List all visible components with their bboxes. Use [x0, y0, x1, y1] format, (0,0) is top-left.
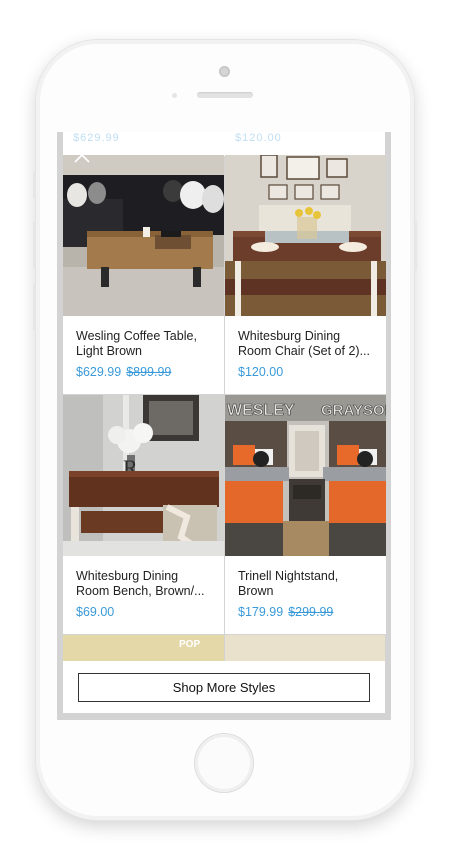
price-row: $629.99 $899.99 — [76, 365, 224, 379]
wall-letters-right: GRAYSON — [321, 402, 386, 419]
dining-chair-photo[interactable] — [225, 155, 386, 316]
original-price: $899.99 — [126, 365, 172, 379]
next-product-photo[interactable]: POP — [63, 635, 224, 662]
product-card[interactable]: Wesling Coffee Table, Light Brown $629.9… — [63, 155, 224, 394]
ghost-price: $629.99 — [73, 132, 120, 144]
product-card[interactable]: WESLEY GRAYSON — [225, 395, 386, 634]
screen: $629.99 $120.00 Wesling Coffee Table, Li… — [57, 132, 391, 720]
shop-more-styles-button[interactable]: Shop More Styles — [78, 672, 370, 702]
product-card[interactable]: R Whitesburg Dining Room Bench, Brown/..… — [63, 395, 224, 634]
earpiece-speaker — [197, 92, 253, 98]
ghost-price: $120.00 — [235, 132, 282, 144]
nightstand-photo[interactable]: WESLEY GRAYSON — [225, 395, 386, 556]
product-grid: Wesling Coffee Table, Light Brown $629.9… — [63, 155, 386, 634]
power-button — [414, 222, 417, 270]
next-product-photo[interactable] — [224, 635, 385, 662]
product-card[interactable]: Whitesburg Dining Room Chair (Set of 2).… — [225, 155, 386, 394]
close-icon[interactable] — [73, 146, 91, 164]
sale-price: $69.00 — [76, 605, 115, 619]
poster-text: POP — [179, 639, 201, 650]
next-row-peek: POP — [63, 635, 385, 662]
footer-bar: Shop More Styles — [63, 661, 385, 713]
dining-bench-photo[interactable]: R — [63, 395, 224, 556]
previous-row-peek: $629.99 $120.00 — [63, 132, 385, 156]
product-title[interactable]: Whitesburg Dining Room Bench, Brown/... — [76, 569, 214, 599]
product-title[interactable]: Wesling Coffee Table, Light Brown — [76, 329, 214, 359]
volume-down-button — [33, 284, 36, 330]
price-row: $120.00 — [238, 365, 386, 379]
mute-switch — [33, 172, 36, 198]
sale-price: $120.00 — [238, 365, 284, 379]
proximity-sensor — [172, 93, 177, 98]
volume-up-button — [33, 222, 36, 268]
sale-price: $629.99 — [76, 365, 122, 379]
coffee-table-photo[interactable] — [63, 155, 224, 316]
home-button[interactable] — [195, 734, 253, 792]
product-title[interactable]: Trinell Nightstand, Brown — [238, 569, 376, 599]
front-camera — [219, 66, 230, 77]
price-row: $69.00 — [76, 605, 224, 619]
original-price: $299.99 — [288, 605, 334, 619]
price-row: $179.99 $299.99 — [238, 605, 386, 619]
sale-price: $179.99 — [238, 605, 284, 619]
wall-letters-left: WESLEY — [227, 402, 295, 419]
product-title[interactable]: Whitesburg Dining Room Chair (Set of 2).… — [238, 329, 376, 359]
